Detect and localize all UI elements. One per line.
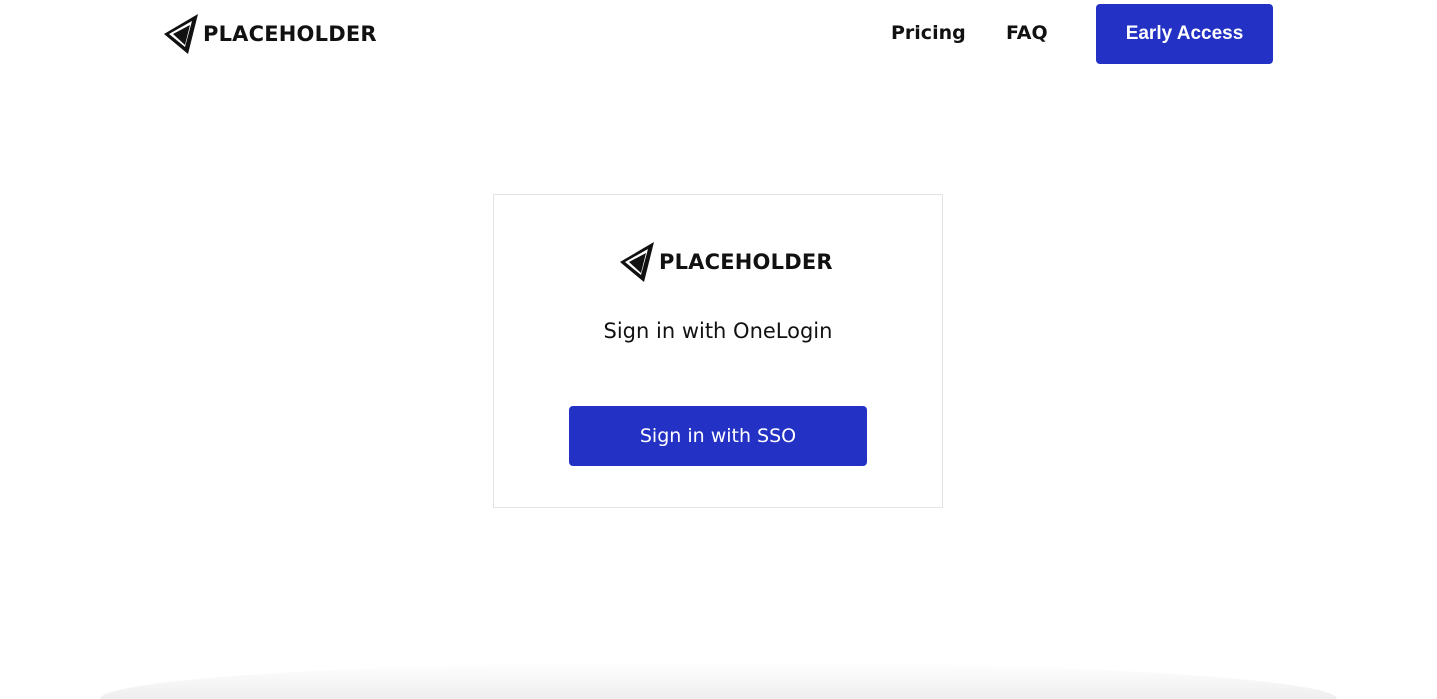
card-brand-name: PLACEHOLDER [659,249,833,274]
card-brand-logo: PLACEHOLDER [620,242,833,282]
nav-pricing-link[interactable]: Pricing [891,20,966,46]
paper-plane-icon [620,242,654,282]
brand-logo[interactable]: PLACEHOLDER [164,14,377,54]
site-header: PLACEHOLDER Pricing FAQ Early Access [0,0,1437,68]
signin-card: PLACEHOLDER Sign in with OneLogin Sign i… [493,194,943,508]
sso-signin-button[interactable]: Sign in with SSO [569,406,867,466]
page: PLACEHOLDER Pricing FAQ Early Access PLA… [0,0,1437,699]
brand-name: PLACEHOLDER [203,21,377,46]
nav-faq-link[interactable]: FAQ [1006,20,1048,46]
paper-plane-icon [164,14,198,54]
signin-heading: Sign in with OneLogin [603,319,833,343]
footer-edge [100,662,1337,699]
early-access-button[interactable]: Early Access [1096,4,1273,64]
